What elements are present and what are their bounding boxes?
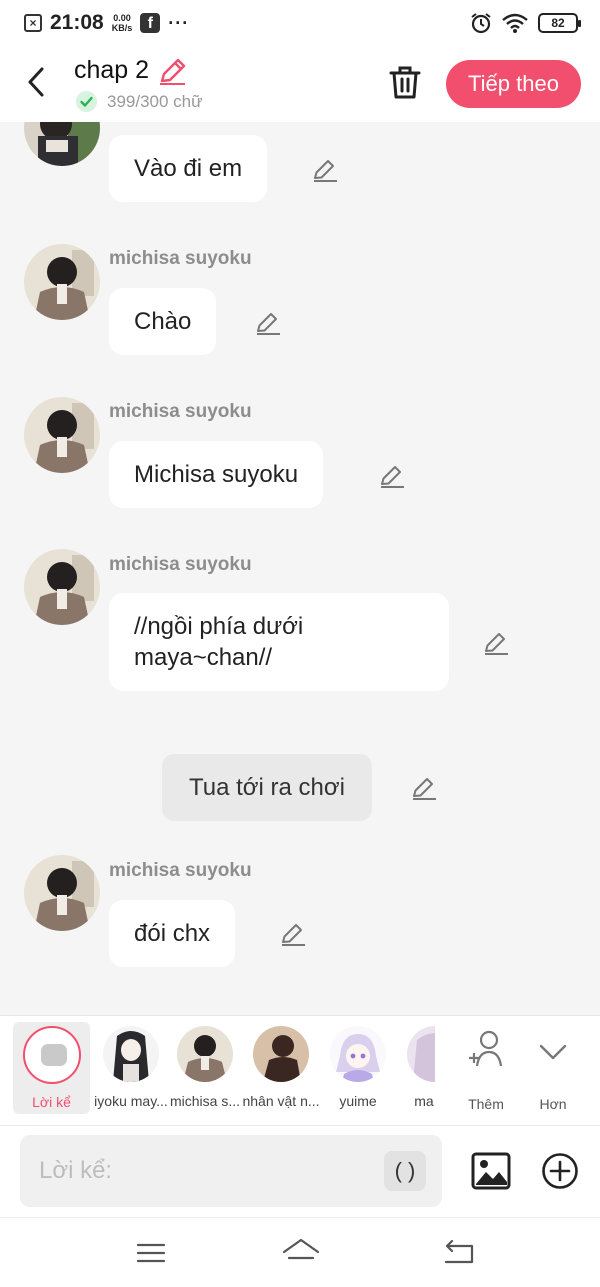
more-label: Hơn — [539, 1096, 567, 1112]
sender-name: michisa suyoku — [109, 860, 252, 881]
character-item[interactable]: michisa s... — [166, 1016, 244, 1126]
character-item[interactable]: ma — [393, 1016, 435, 1126]
character-label: iyoku may... — [94, 1093, 168, 1109]
sender-name: michisa suyoku — [109, 401, 252, 422]
avatar[interactable] — [24, 397, 100, 473]
edit-pencil-icon[interactable] — [378, 462, 406, 490]
input-bar: ( ) — [0, 1125, 600, 1217]
sender-name: michisa suyoku — [109, 554, 252, 575]
character-item[interactable]: iyoku may... — [92, 1016, 170, 1126]
chat-area[interactable]: Vào đi em michisa suyoku Chào michisa su… — [0, 122, 600, 1015]
character-item[interactable]: yuime — [319, 1016, 397, 1126]
message-input-box: ( ) — [20, 1135, 442, 1207]
battery-icon: 82 — [538, 13, 581, 33]
message-text: Vào đi em — [134, 155, 243, 182]
message-bubble[interactable]: đói chx — [109, 900, 236, 967]
status-bar: × 21:08 0.00 KB/s f ··· 82 — [0, 0, 600, 46]
chevron-down-icon — [539, 1044, 567, 1060]
network-speed: 0.00 KB/s — [112, 13, 133, 33]
status-time: 21:08 — [50, 11, 104, 34]
network-speed-unit: KB/s — [111, 23, 133, 33]
character-avatar — [407, 1026, 435, 1082]
image-icon[interactable] — [471, 1152, 511, 1190]
network-speed-value: 0.00 — [113, 13, 131, 23]
facebook-icon: f — [140, 13, 161, 33]
character-item[interactable]: nhân vật n... — [242, 1016, 320, 1126]
narrator-label: Lời kể — [32, 1094, 71, 1110]
edit-pencil-icon[interactable] — [410, 774, 438, 802]
message-text: đói chx — [134, 920, 211, 947]
narration-text: Tua tới ra chơi — [189, 774, 345, 801]
message-text: Michisa suyoku — [134, 461, 299, 488]
editor-header: chap 2 399/300 chữ Tiếp theo — [0, 46, 600, 122]
character-avatar — [103, 1026, 159, 1082]
sender-name: michisa suyoku — [109, 248, 252, 269]
parenthesis-button[interactable]: ( ) — [384, 1151, 426, 1191]
avatar[interactable] — [24, 855, 100, 931]
add-person-icon — [469, 1030, 503, 1067]
back-nav-icon[interactable] — [442, 1236, 476, 1270]
narrator-selector[interactable]: Lời kể — [13, 1022, 90, 1114]
message-text: Chào — [134, 308, 192, 335]
edit-pencil-icon[interactable] — [279, 920, 307, 948]
character-label: yuime — [339, 1093, 377, 1109]
next-button[interactable]: Tiếp theo — [446, 60, 581, 108]
back-arrow-icon[interactable] — [22, 64, 52, 100]
more-button[interactable]: Hơn — [523, 1026, 583, 1116]
close-notification-icon: × — [24, 14, 42, 32]
message-bubble[interactable]: Chào — [109, 288, 217, 355]
character-avatar — [330, 1026, 386, 1082]
avatar[interactable] — [24, 122, 100, 166]
trash-icon[interactable] — [388, 64, 422, 100]
navigation-bar — [0, 1217, 600, 1287]
message-text: //ngồi phía dưới maya~chan// — [134, 613, 304, 671]
message-bubble[interactable]: //ngồi phía dưới maya~chan// — [109, 593, 449, 691]
narrator-icon — [23, 1026, 81, 1084]
character-avatar — [177, 1026, 233, 1082]
message-input[interactable] — [20, 1135, 380, 1207]
alarm-icon — [471, 13, 491, 34]
menu-icon[interactable] — [134, 1236, 168, 1270]
message-bubble[interactable]: Michisa suyoku — [109, 441, 324, 508]
character-label: michisa s... — [169, 1093, 240, 1109]
more-dots-icon: ··· — [168, 12, 190, 33]
character-avatar — [253, 1026, 309, 1082]
character-label: nhân vật n... — [242, 1093, 320, 1109]
add-character-button[interactable]: Thêm — [456, 1026, 516, 1116]
character-selector: Lời kể iyoku may... michisa s... nhân vậ… — [0, 1015, 600, 1125]
edit-pencil-icon[interactable] — [311, 156, 339, 184]
edit-pencil-icon[interactable] — [482, 629, 510, 657]
page-title: chap 2 — [74, 56, 150, 84]
narration-bubble[interactable]: Tua tới ra chơi — [162, 754, 372, 821]
add-label: Thêm — [468, 1096, 504, 1112]
add-circle-icon[interactable] — [541, 1152, 579, 1190]
check-icon — [76, 91, 97, 112]
avatar[interactable] — [24, 549, 100, 625]
wifi-icon — [502, 13, 528, 33]
home-icon[interactable] — [281, 1236, 321, 1270]
avatar[interactable] — [24, 244, 100, 320]
character-label: ma — [414, 1093, 434, 1109]
word-count: 399/300 chữ — [107, 92, 203, 111]
message-bubble[interactable]: Vào đi em — [109, 135, 268, 202]
edit-title-pencil-icon[interactable] — [157, 57, 187, 85]
edit-pencil-icon[interactable] — [254, 309, 282, 337]
